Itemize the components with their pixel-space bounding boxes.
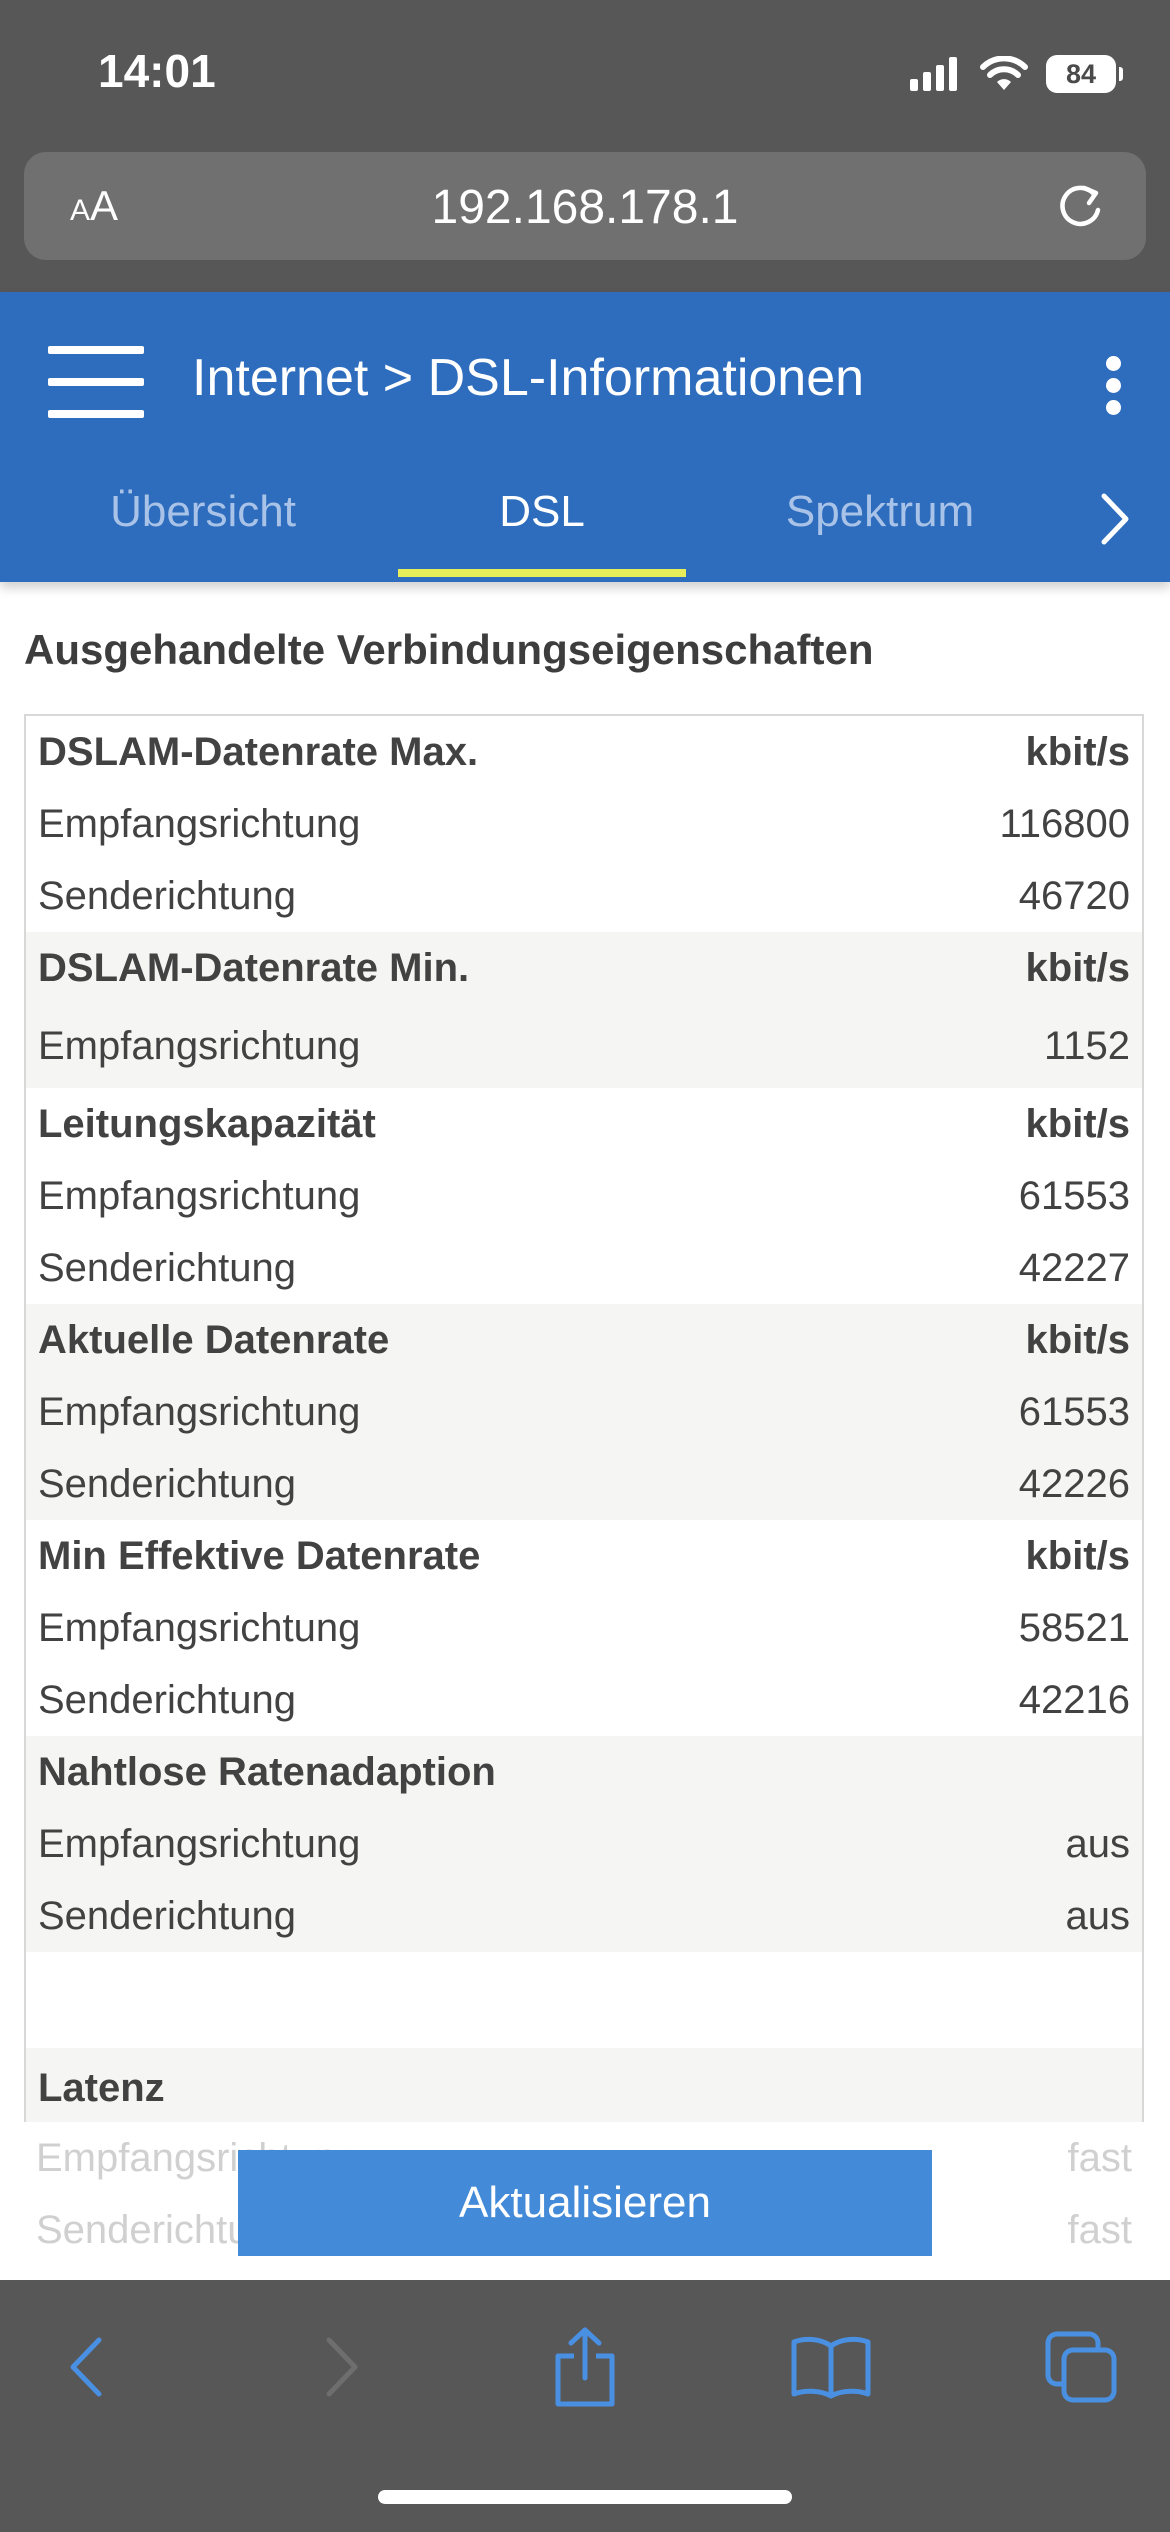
- table-row: Aktuelle Datenrate kbit/s: [26, 1304, 1142, 1376]
- update-button[interactable]: Aktualisieren: [238, 2150, 932, 2256]
- back-icon: [70, 2337, 102, 2397]
- table-spacer: [26, 1952, 1142, 2048]
- table-row: Empfangsrichtung 116800: [38, 801, 1130, 846]
- table-row: DSLAM-Datenrate Min. kbit/s: [26, 932, 1142, 1004]
- breadcrumb: Internet > DSL-Informationen: [192, 348, 864, 408]
- table-row: Nahtlose Ratenadaption: [26, 1736, 1142, 1808]
- status-icons: 84: [910, 52, 1123, 96]
- table-row: Empfangsrichtung aus: [26, 1808, 1142, 1880]
- forward-button[interactable]: [296, 2322, 386, 2412]
- share-icon: [555, 2327, 615, 2407]
- home-indicator: [378, 2490, 792, 2504]
- url-text[interactable]: 192.168.178.1: [24, 180, 1146, 235]
- table-row: Senderichtung aus: [26, 1880, 1142, 1952]
- tab-uebersicht[interactable]: Übersicht: [58, 490, 348, 582]
- chevron-right-icon[interactable]: [1098, 492, 1132, 546]
- table-row: Senderichtung 46720: [38, 873, 1130, 918]
- battery-icon: 84: [1046, 55, 1123, 93]
- bookmarks-icon: [791, 2336, 871, 2399]
- share-button[interactable]: [540, 2322, 630, 2412]
- breadcrumb-separator-icon: >: [382, 349, 414, 407]
- reload-icon[interactable]: [1054, 180, 1106, 232]
- tab-spektrum[interactable]: Spektrum: [730, 490, 1030, 582]
- breadcrumb-parent[interactable]: Internet: [192, 349, 368, 407]
- table-row: DSLAM-Datenrate Max. kbit/s: [38, 729, 1130, 774]
- table-row: Empfangsrichtung 61553: [26, 1376, 1142, 1448]
- dsl-properties-table: DSLAM-Datenrate Max. kbit/s Empfangsricht…: [24, 714, 1144, 2122]
- hamburger-menu-icon[interactable]: [48, 346, 144, 418]
- table-row: Empfangsrichtung 61553: [38, 1173, 1130, 1218]
- status-time: 14:01: [98, 45, 216, 97]
- forward-icon: [326, 2337, 358, 2397]
- table-row: Empfangsrichtung 1152: [26, 1004, 1142, 1088]
- table-row: Senderichtung 42227: [38, 1245, 1130, 1290]
- table-row: Senderichtung 42216: [38, 1677, 1130, 1722]
- app-header: Internet > DSL-Informationen Übersicht D…: [0, 292, 1170, 582]
- section-title: Ausgehandelte Verbindungseigenschaften: [24, 626, 874, 673]
- tabs-button[interactable]: [1036, 2322, 1126, 2412]
- tabs-icon: [1045, 2331, 1117, 2403]
- table-row: Senderichtung 42226: [26, 1448, 1142, 1520]
- table-row: Latenz: [26, 2048, 1142, 2122]
- cellular-signal-icon: [910, 57, 957, 91]
- bookmarks-button[interactable]: [786, 2322, 876, 2412]
- more-options-icon[interactable]: [1106, 356, 1122, 415]
- back-button[interactable]: [42, 2322, 132, 2412]
- wifi-icon: [980, 56, 1028, 90]
- table-row: Min Effektive Datenrate kbit/s: [38, 1533, 1130, 1578]
- active-tab-indicator: [398, 569, 686, 577]
- table-row: Leitungskapazität kbit/s: [38, 1101, 1130, 1146]
- breadcrumb-current: DSL-Informationen: [427, 349, 865, 407]
- table-row: Empfangsrichtung 58521: [38, 1605, 1130, 1650]
- address-bar[interactable]: AA 192.168.178.1: [24, 152, 1146, 260]
- browser-top-chrome: 14:01 84 AA 192.168.178.1: [0, 0, 1170, 292]
